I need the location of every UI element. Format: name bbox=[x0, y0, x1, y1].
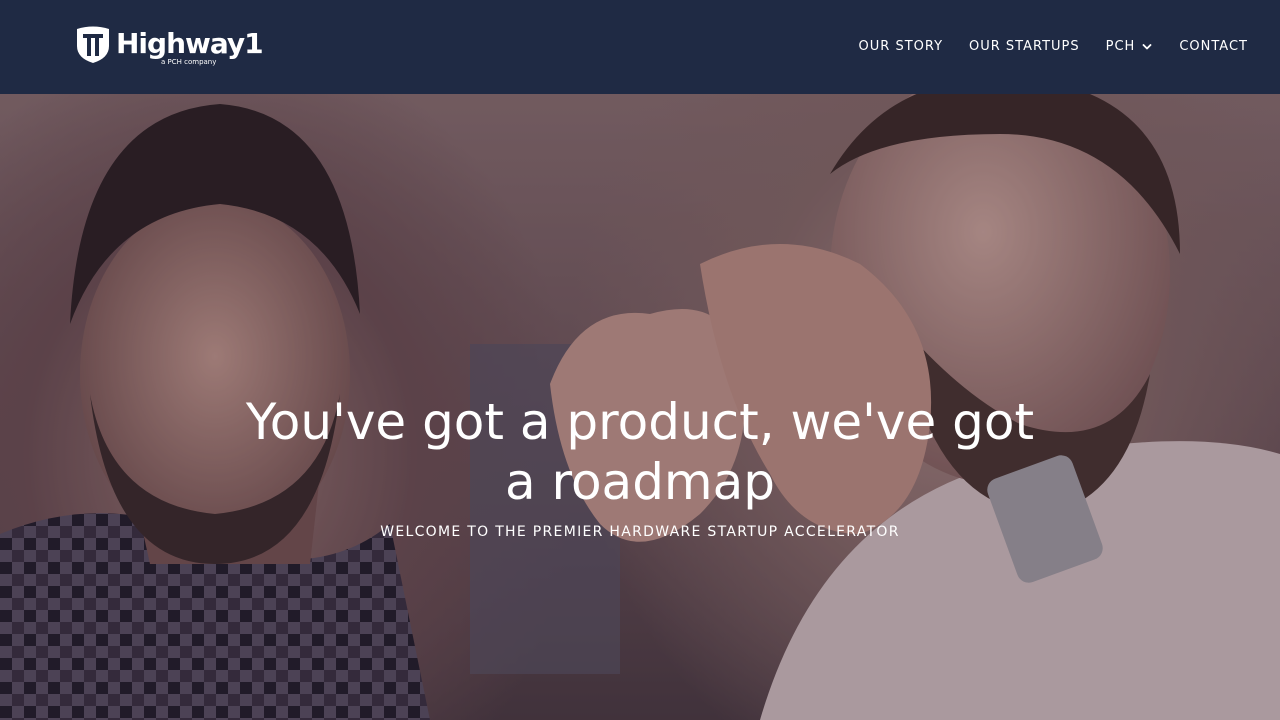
nav-item-label: CONTACT bbox=[1179, 39, 1248, 54]
nav-item-label: PCH bbox=[1105, 39, 1136, 54]
hero-content: You've got a product, we've got a roadma… bbox=[0, 94, 1280, 720]
shield-logo-icon bbox=[77, 26, 109, 63]
nav-item-pch[interactable]: PCH bbox=[1106, 38, 1154, 56]
nav-item-contact[interactable]: CONTACT bbox=[1179, 38, 1248, 56]
hero-title: You've got a product, we've got a roadma… bbox=[245, 393, 1035, 511]
nav-item-label: OUR STORY bbox=[858, 39, 944, 54]
chevron-down-icon bbox=[1142, 44, 1152, 50]
site-header: Highway1 a PCH company OUR STORY OUR STA… bbox=[0, 0, 1280, 94]
brand-tagline: a PCH company bbox=[161, 58, 217, 66]
nav-item-our-startups[interactable]: OUR STARTUPS bbox=[969, 38, 1080, 56]
nav-item-label: OUR STARTUPS bbox=[969, 39, 1080, 54]
brand-wordmark: Highway1 a PCH company bbox=[116, 24, 264, 68]
nav-item-our-story[interactable]: OUR STORY bbox=[859, 38, 943, 56]
main-nav: OUR STORY OUR STARTUPS PCH CONTACT bbox=[859, 38, 1248, 56]
hero-subtitle: WELCOME TO THE PREMIER HARDWARE STARTUP … bbox=[380, 524, 900, 540]
hero-section: You've got a product, we've got a roadma… bbox=[0, 94, 1280, 720]
brand-logo[interactable]: Highway1 a PCH company bbox=[74, 24, 264, 70]
